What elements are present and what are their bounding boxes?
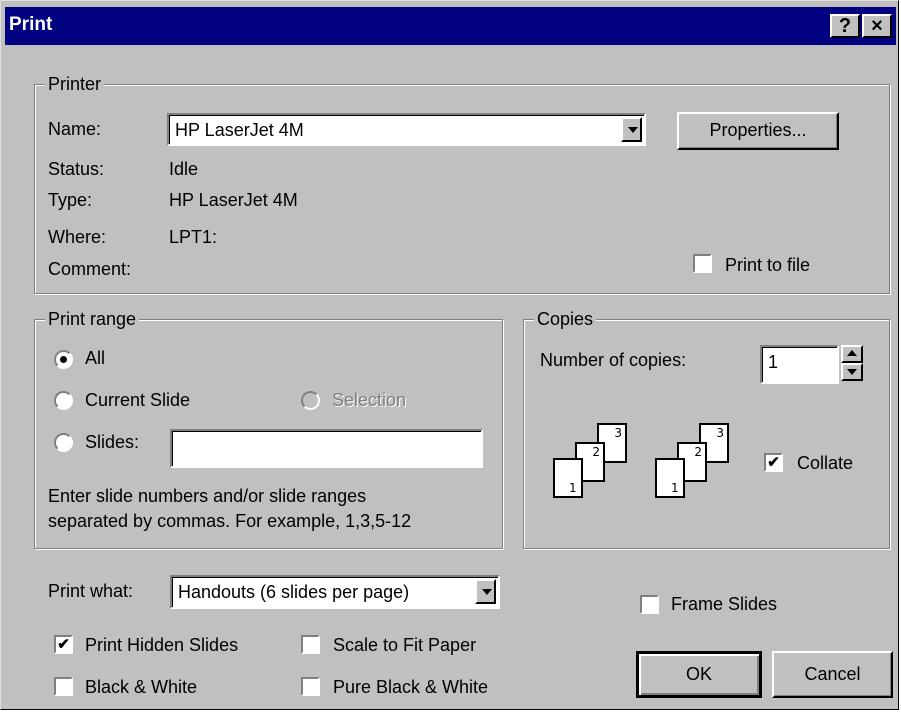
- frame-slides-checkbox[interactable]: [640, 595, 659, 614]
- radio-current-slide-label[interactable]: Current Slide: [85, 390, 190, 411]
- black-white-label[interactable]: Black & White: [85, 677, 197, 698]
- comment-label: Comment:: [48, 259, 132, 279]
- page-number: 3: [614, 426, 622, 440]
- print-hidden-slides-checkbox[interactable]: ✔: [54, 635, 73, 654]
- printer-name-select[interactable]: HP LaserJet 4M: [167, 113, 646, 146]
- status-value: Idle: [169, 159, 199, 179]
- radio-slides-label[interactable]: Slides:: [85, 432, 139, 453]
- print-hidden-slides-label[interactable]: Print Hidden Slides: [85, 635, 238, 656]
- collate-page-icon: 1: [655, 458, 685, 498]
- type-value: HP LaserJet 4M: [169, 190, 298, 210]
- slides-range-input[interactable]: [170, 429, 483, 468]
- copies-spinner[interactable]: [841, 345, 863, 382]
- collate-page-icon: 1: [553, 458, 583, 498]
- black-white-checkbox[interactable]: [54, 677, 73, 696]
- title-bar[interactable]: Print ? ×: [5, 7, 896, 45]
- collate-label[interactable]: Collate: [797, 453, 853, 474]
- radio-selected-dot: [60, 356, 67, 363]
- pure-black-white-checkbox[interactable]: [301, 677, 320, 696]
- where-value: LPT1:: [169, 227, 218, 247]
- number-of-copies-label: Number of copies:: [540, 350, 687, 370]
- radio-all-label[interactable]: All: [85, 348, 105, 369]
- scale-to-fit-label[interactable]: Scale to Fit Paper: [333, 635, 476, 656]
- print-what-label: Print what:: [48, 581, 134, 601]
- print-what-select[interactable]: Handouts (6 slides per page): [170, 575, 500, 609]
- radio-selection-label: Selection: [332, 390, 407, 410]
- status-label: Status:: [48, 159, 105, 179]
- print-range-group-label: Print range: [45, 307, 140, 331]
- page-number: 2: [592, 445, 600, 459]
- print-dialog: Print ? × Printer Name: HP LaserJet 4M P…: [0, 0, 899, 710]
- print-what-dropdown-arrow-icon[interactable]: [475, 579, 496, 604]
- print-what-value: Handouts (6 slides per page): [178, 582, 410, 602]
- page-number: 3: [716, 426, 724, 440]
- help-button[interactable]: ?: [830, 14, 860, 38]
- frame-slides-label[interactable]: Frame Slides: [671, 594, 777, 615]
- page-number: 1: [671, 481, 679, 495]
- radio-selection: [301, 391, 320, 410]
- properties-button[interactable]: Properties...: [677, 112, 839, 150]
- printer-group-label: Printer: [45, 72, 105, 96]
- collate-checkbox[interactable]: ✔: [764, 453, 783, 472]
- cancel-button[interactable]: Cancel: [772, 651, 893, 698]
- where-label: Where:: [48, 227, 107, 247]
- copies-group-label: Copies: [534, 307, 597, 331]
- spin-up-icon[interactable]: [841, 345, 863, 363]
- radio-slides[interactable]: [54, 433, 73, 452]
- print-to-file-checkbox[interactable]: [693, 254, 712, 273]
- name-label: Name:: [48, 119, 102, 139]
- copies-input[interactable]: 1: [760, 345, 839, 384]
- print-to-file-label[interactable]: Print to file: [725, 255, 810, 276]
- close-button[interactable]: ×: [862, 14, 892, 38]
- ok-button[interactable]: OK: [636, 651, 762, 698]
- printer-name-value: HP LaserJet 4M: [175, 120, 304, 140]
- range-hint-line2: separated by commas. For example, 1,3,5-…: [48, 511, 412, 531]
- radio-all[interactable]: [54, 350, 73, 369]
- scale-to-fit-checkbox[interactable]: [301, 635, 320, 654]
- dialog-title: Print: [9, 14, 53, 35]
- page-number: 2: [694, 445, 702, 459]
- pure-black-white-label[interactable]: Pure Black & White: [333, 677, 488, 698]
- spin-down-icon[interactable]: [841, 363, 863, 381]
- range-hint-line1: Enter slide numbers and/or slide ranges: [48, 486, 367, 506]
- page-number: 1: [569, 481, 577, 495]
- radio-current-slide[interactable]: [54, 391, 73, 410]
- type-label: Type:: [48, 190, 93, 210]
- printer-dropdown-arrow-icon[interactable]: [621, 117, 642, 142]
